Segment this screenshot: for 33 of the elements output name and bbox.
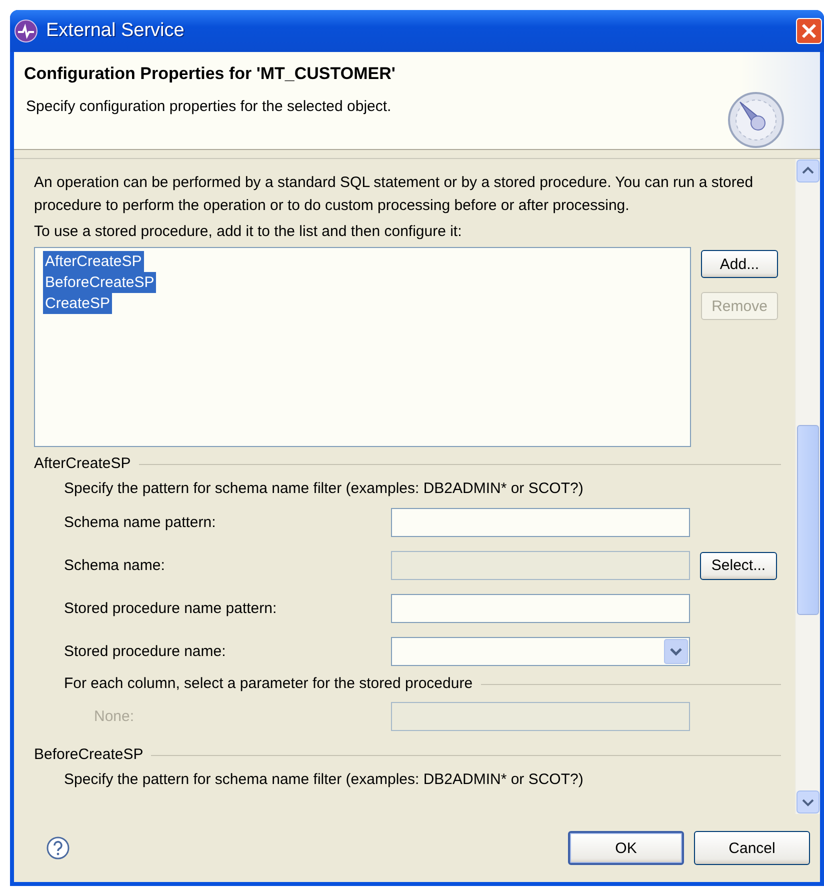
cancel-button[interactable]: Cancel [694,831,810,865]
field-label: Schema name pattern: [64,514,217,531]
scroll-up-button[interactable] [796,159,820,183]
window-title: External Service [46,20,186,42]
scrollbar[interactable] [795,159,820,814]
field-label: Stored procedure name pattern: [64,600,278,617]
page-title: Configuration Properties for 'MT_CUSTOMER' [24,64,396,84]
group-title: BeforeCreateSP [34,745,144,765]
input-field[interactable] [391,508,690,537]
intro-text: An operation can be performed by a standard SQL statement or by a stored procedure. You can run a stored procedure to perform the operation or to do custom processing before or after processing. [34,173,754,216]
scroll-down-button[interactable] [796,790,820,814]
list-item[interactable]: AfterCreateSP [43,251,144,272]
field-label: None: [93,708,136,725]
hint-text: Specify the pattern for schema name filter (examples: DB2ADMIN* or SCOT?) [64,770,584,790]
help-icon[interactable] [46,836,70,860]
add-button[interactable]: Add... [701,250,778,278]
page-description: Specify configuration properties for the selected object. [25,98,392,115]
hint-text: Specify the pattern for schema name filter (examples: DB2ADMIN* or SCOT?) [64,479,584,499]
input-field[interactable] [391,594,690,623]
group-title: AfterCreateSP [34,454,131,474]
list-label: To use a stored procedure, add it to the list and then configure it: [34,222,463,242]
app-icon [14,19,38,43]
list-item[interactable]: CreateSP [43,293,112,314]
ok-button[interactable]: OK [568,831,684,865]
field-label: Stored procedure name: [64,643,227,660]
field-label: Schema name: [64,557,166,574]
group-title: For each column, select a parameter for the stored procedure [64,674,473,694]
dropdown-field[interactable] [391,637,690,666]
procedure-list[interactable]: AfterCreateSP BeforeCreateSP CreateSP [34,247,691,447]
scrollbar-thumb[interactable] [797,425,819,615]
close-button[interactable] [796,18,822,44]
list-item[interactable]: BeforeCreateSP [43,272,156,293]
dial-icon [726,90,786,150]
